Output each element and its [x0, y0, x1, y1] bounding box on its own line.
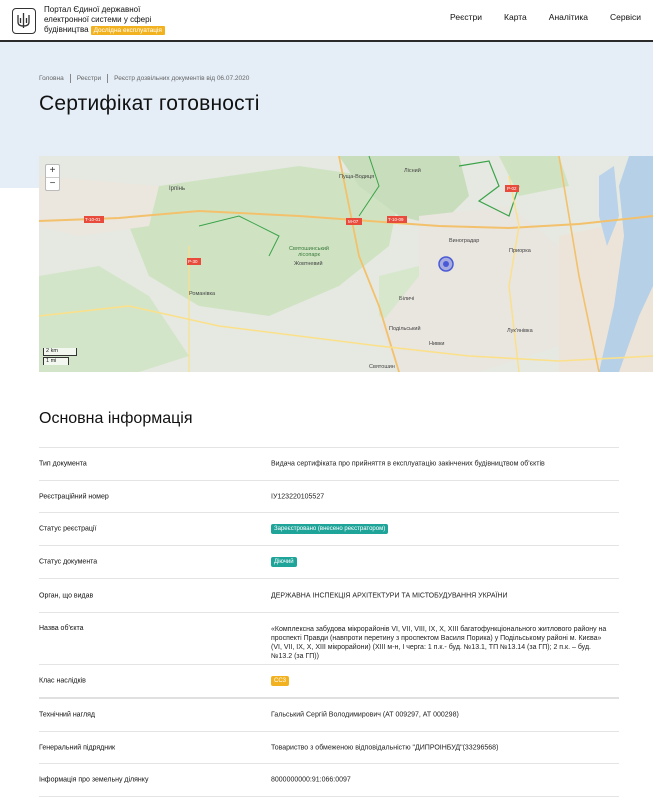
- info-row-doc-status: Статус документа Діючий: [39, 545, 619, 578]
- info-row-object-name: Назва об'єкта «Комплексна забудова мікро…: [39, 612, 619, 664]
- beta-badge: Дослідна експлуатація: [90, 26, 165, 35]
- page-title: Сертифікат готовності: [39, 92, 260, 115]
- map-label: Ірпінь: [169, 186, 186, 192]
- info-table: Тип документа Видача сертифіката про при…: [39, 447, 619, 797]
- info-key: Тип документа: [39, 460, 87, 468]
- info-value: Гальський Сергій Володимирович (АТ 00929…: [271, 711, 459, 719]
- scale-mi: 1 mi: [43, 357, 69, 365]
- info-value: ІУ123220105527: [271, 493, 325, 500]
- info-row-issuer: Орган, що видав ДЕРЖАВНА ІНСПЕКЦІЯ АРХІТ…: [39, 578, 619, 612]
- map-label: Лук'янівка: [507, 328, 533, 334]
- info-value: Товариство з обмеженою відповідальністю …: [271, 744, 499, 751]
- map-label: Лісний: [404, 168, 421, 174]
- info-row-reg-status: Статус реєстрації Зареєстровано (внесено…: [39, 512, 619, 545]
- class-badge: СС3: [271, 676, 290, 686]
- road-label: M-07: [348, 219, 359, 224]
- zoom-out-button[interactable]: −: [46, 178, 59, 190]
- zoom-in-button[interactable]: +: [46, 165, 59, 178]
- info-key: Статус реєстрації: [39, 525, 97, 533]
- nav-registries[interactable]: Реєстри: [450, 12, 482, 22]
- road-label: T-10-01: [85, 217, 101, 222]
- map-label: Нивки: [429, 341, 445, 347]
- brand-line-3: будівництва: [44, 25, 89, 34]
- trident-logo-icon[interactable]: [12, 8, 36, 34]
- map-label: Біличі: [399, 296, 415, 302]
- info-key: Орган, що видав: [39, 592, 94, 599]
- map-tiles: [39, 156, 653, 372]
- info-key: Інформація про земельну ділянку: [39, 776, 149, 784]
- map-label: Жовтневий: [294, 261, 323, 267]
- road-label: P-02: [507, 186, 517, 191]
- info-key: Технічний нагляд: [39, 711, 95, 719]
- map-scale: 2 km 1 mi: [43, 348, 77, 366]
- map-label: Пуща-Водиця: [339, 174, 375, 180]
- scale-km: 2 km: [43, 348, 77, 356]
- status-badge: Зареєстровано (внесено реєстратором): [271, 524, 389, 534]
- breadcrumb: Головна Реєстри Реєстр дозвільних докуме…: [39, 74, 249, 83]
- info-key: Генеральний підрядник: [39, 744, 116, 751]
- nav-services[interactable]: Сервіси: [610, 12, 641, 22]
- brand-line-1: Портал Єдиної державної: [44, 5, 141, 14]
- info-row-tech-supervision: Технічний нагляд Гальський Сергій Володи…: [39, 697, 619, 731]
- info-row-doc-type: Тип документа Видача сертифіката про при…: [39, 447, 619, 480]
- info-key: Клас наслідків: [39, 677, 86, 685]
- nav-analytics[interactable]: Аналітика: [549, 12, 588, 22]
- section-title: Основна інформація: [39, 410, 193, 427]
- main-nav: Реєстри Карта Аналітика Сервіси: [450, 12, 641, 22]
- map-label: Святошин: [369, 364, 395, 370]
- map-zoom-control: + −: [45, 164, 60, 191]
- info-value: ДЕРЖАВНА ІНСПЕКЦІЯ АРХІТЕКТУРИ ТА МІСТОБ…: [271, 592, 508, 599]
- breadcrumb-separator: [107, 74, 109, 83]
- info-value: 8000000000:91:066:0097: [271, 776, 351, 784]
- info-row-general-contractor: Генеральний підрядник Товариство з обмеж…: [39, 731, 619, 763]
- top-header: Портал Єдиної державної електронної сист…: [0, 0, 653, 42]
- map-label: Приорка: [509, 248, 531, 254]
- info-row-land-plot: Інформація про земельну ділянку 80000000…: [39, 763, 619, 797]
- road-label: P-30: [188, 259, 198, 264]
- map-label: Виноградар: [449, 238, 480, 244]
- portal-brand[interactable]: Портал Єдиної державної електронної сист…: [44, 5, 165, 35]
- status-badge: Діючий: [271, 557, 297, 567]
- brand-line-2: електронної системи у сфері: [44, 15, 152, 24]
- breadcrumb-registries[interactable]: Реєстри: [77, 75, 101, 82]
- map-label: Подільський: [389, 326, 421, 332]
- road-label: T-10-09: [388, 217, 404, 222]
- breadcrumb-current: Реєстр дозвільних документів від 06.07.2…: [114, 75, 250, 82]
- info-row-consequence-class: Клас наслідків СС3: [39, 664, 619, 697]
- info-key: Назва об'єкта: [39, 625, 84, 632]
- info-value: Видача сертифіката про прийняття в експл…: [271, 460, 545, 468]
- breadcrumb-separator: [69, 74, 71, 83]
- info-row-reg-number: Реєстраційний номер ІУ123220105527: [39, 480, 619, 512]
- map-label: Романівка: [189, 291, 216, 297]
- map-label: Святошинський лісопарк: [288, 246, 329, 258]
- nav-map[interactable]: Карта: [504, 12, 527, 22]
- map-view[interactable]: T-10-01 M-07 T-10-09 P-30 P-02 Ірпінь Св…: [39, 156, 653, 372]
- info-value: «Комплексна забудова мікрорайонів VI, VI…: [271, 626, 607, 660]
- info-key: Статус документа: [39, 558, 98, 566]
- breadcrumb-home[interactable]: Головна: [39, 75, 64, 82]
- info-key: Реєстраційний номер: [39, 493, 109, 500]
